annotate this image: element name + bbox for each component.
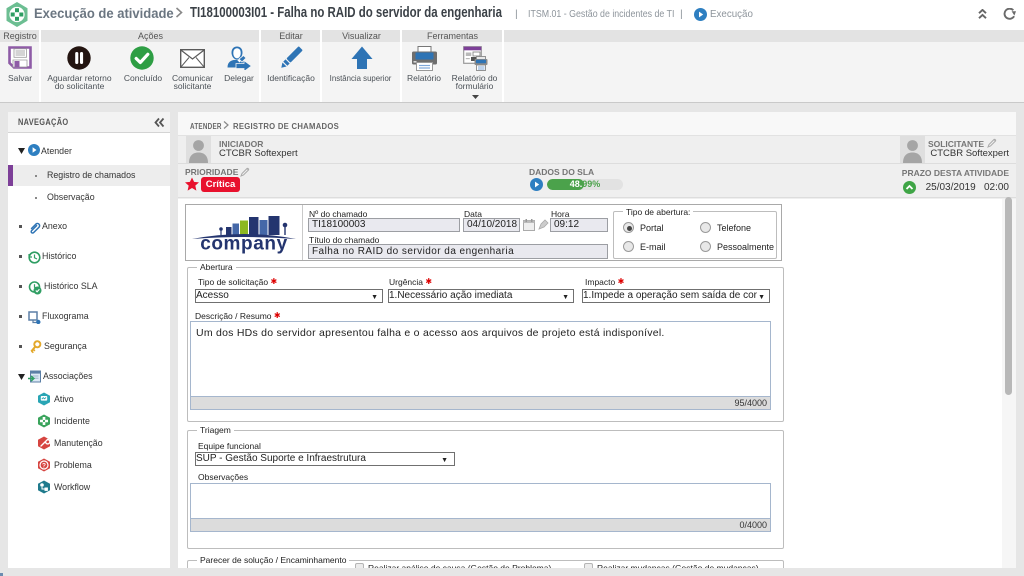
- svg-text:?: ?: [42, 462, 46, 469]
- svg-text:company: company: [200, 233, 288, 254]
